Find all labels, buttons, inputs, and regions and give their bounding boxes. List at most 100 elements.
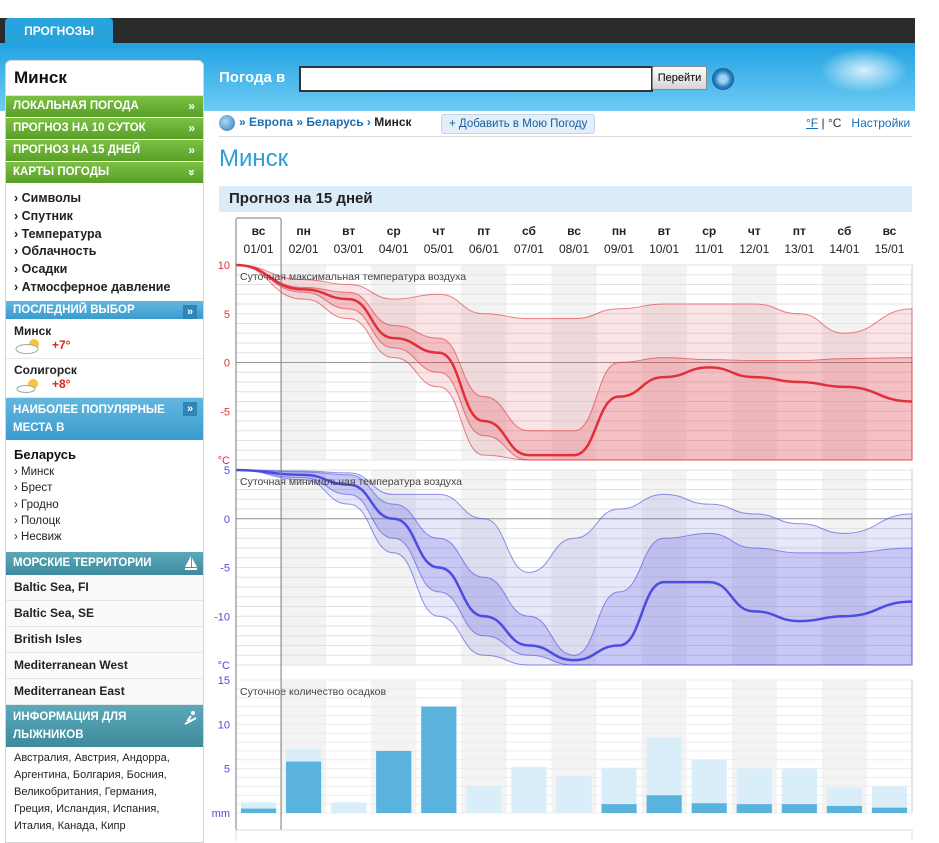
precip-bar [691, 803, 727, 813]
date-label: 09/01 [604, 242, 634, 256]
popular-country: Беларусь [14, 446, 76, 462]
breadcrumb-current: Минск [374, 115, 412, 130]
sea-link[interactable]: Baltic Sea, FI [6, 574, 203, 601]
sun-cloud-icon [16, 378, 38, 393]
city-link[interactable]: › Гродно [14, 497, 203, 513]
y-tick-label: 5 [224, 764, 230, 776]
sea-link[interactable]: Baltic Sea, SE [6, 600, 203, 627]
date-label: 03/01 [334, 242, 364, 256]
y-tick-label: -5 [220, 563, 230, 575]
unit-switch: °F | °C Настройки [806, 116, 911, 130]
unit-fahrenheit[interactable]: °F [806, 116, 818, 130]
precip-bar-light [511, 766, 547, 813]
y-tick-label: 15 [218, 675, 230, 687]
recent-place-minsk[interactable]: Минск +7° [6, 320, 203, 359]
precip-bar-light [466, 786, 502, 813]
map-link-clouds[interactable]: › Облачность [14, 243, 203, 261]
precip-bar [240, 808, 277, 813]
date-label: 01/01 [244, 242, 274, 256]
day-label: чт [748, 224, 761, 238]
menu-10-day-forecast[interactable]: ПРОГНОЗ НА 10 СУТОК» [6, 118, 203, 140]
city-link[interactable]: › Минск [14, 464, 203, 480]
sea-link[interactable]: British Isles [6, 626, 203, 653]
precip-bar-light [331, 802, 367, 813]
day-label: сб [837, 224, 851, 238]
y-tick-label: 10 [218, 719, 230, 731]
top-navigation-bar [0, 18, 915, 43]
date-label: 10/01 [649, 242, 679, 256]
y-tick-label: 5 [224, 465, 230, 477]
panel-title: Суточная минимальная температура воздуха [240, 476, 462, 488]
panel-title: Суточное количество осадков [240, 686, 387, 698]
date-label: 02/01 [289, 242, 319, 256]
recent-header[interactable]: ПОСЛЕДНИЙ ВЫБОР» [6, 300, 203, 320]
sailboat-icon [185, 555, 197, 570]
city-link[interactable]: › Полоцк [14, 513, 203, 529]
go-button[interactable]: Перейти [652, 66, 707, 90]
skier-icon [184, 710, 197, 725]
map-link-symbols[interactable]: › Символы [14, 190, 203, 208]
search-input[interactable] [299, 66, 653, 92]
map-link-temperature[interactable]: › Температура [14, 226, 203, 244]
precip-bar [781, 804, 817, 813]
y-tick-label: 10 [218, 260, 230, 272]
recent-place-soligorsk[interactable]: Солигорск +8° [6, 359, 203, 398]
chevron-down-icon: » [185, 169, 200, 176]
breadcrumb-europe[interactable]: Европа [249, 115, 293, 129]
precip-bar [646, 795, 682, 813]
menu-15-day-forecast[interactable]: ПРОГНОЗ НА 15 ДНЕЙ» [6, 140, 203, 162]
map-link-pressure[interactable]: › Атмосферное давление [14, 279, 203, 297]
globe-icon [219, 115, 235, 131]
date-label: 13/01 [784, 242, 814, 256]
y-tick-label: 0 [224, 358, 230, 370]
date-label: 04/01 [379, 242, 409, 256]
date-label: 11/01 [695, 242, 724, 256]
tab-forecasts[interactable]: ПРОГНОЗЫ [5, 18, 113, 45]
weather-maps-list: › Символы › Спутник › Температура › Обла… [6, 184, 203, 301]
precip-bar [736, 804, 772, 813]
chevron-down-icon: » [183, 401, 197, 416]
day-label: вт [342, 224, 355, 238]
city-link[interactable]: › Несвиж [14, 529, 203, 545]
precip-bar-light [556, 775, 592, 813]
day-label: сб [522, 224, 536, 238]
day-label: ср [702, 224, 716, 238]
day-label: пн [296, 224, 311, 238]
date-label: 12/01 [739, 242, 769, 256]
date-label: 15/01 [874, 242, 904, 256]
precip-bar [871, 807, 908, 813]
day-label: вт [658, 224, 671, 238]
map-link-satellite[interactable]: › Спутник [14, 208, 203, 226]
city-link[interactable]: › Брест [14, 480, 203, 496]
sidebar: Минск ЛОКАЛЬНАЯ ПОГОДА» ПРОГНОЗ НА 10 СУ… [5, 60, 204, 843]
y-tick-label: 5 [224, 309, 230, 321]
locate-icon[interactable] [712, 68, 734, 90]
panel-title: Суточная максимальная температура воздух… [240, 271, 466, 283]
sea-link[interactable]: Mediterranean West [6, 652, 203, 679]
cloud-decoration [819, 48, 909, 93]
date-label: 14/01 [829, 242, 859, 256]
popular-cities: › Минск › Брест › Гродно › Полоцк › Несв… [6, 464, 203, 552]
breadcrumb-belarus[interactable]: Беларусь [306, 115, 363, 129]
add-to-my-weather-button[interactable]: + Добавить в Мою Погоду [441, 114, 596, 134]
forecast-chart: вс 01/01 пн 02/01 вт 03/01 ср 04/01 чт 05/01 пт 06/… [212, 217, 913, 841]
settings-link[interactable]: Настройки [851, 116, 910, 130]
precip-bar [826, 805, 862, 813]
day-label: пт [477, 224, 490, 238]
day-label: чт [432, 224, 445, 238]
sea-link[interactable]: Mediterranean East [6, 678, 203, 705]
menu-local-weather[interactable]: ЛОКАЛЬНАЯ ПОГОДА» [6, 96, 203, 118]
ski-header: ИНФОРМАЦИЯ ДЛЯ ЛЫЖНИКОВ [6, 704, 203, 747]
precip-bar [376, 750, 412, 813]
y-tick-label: -5 [220, 406, 230, 418]
page-title: Минск [219, 145, 289, 172]
chevron-right-icon: » [188, 121, 195, 135]
popular-header[interactable]: НАИБОЛЕЕ ПОПУЛЯРНЫЕ МЕСТА В» [6, 397, 203, 441]
ski-countries-list[interactable]: Австралия, Австрия, Андорра, Аргентина, … [6, 747, 203, 838]
map-link-precipitation[interactable]: › Осадки [14, 261, 203, 279]
menu-weather-maps[interactable]: КАРТЫ ПОГОДЫ» [6, 162, 203, 184]
divider [219, 136, 912, 137]
date-label: 06/01 [469, 242, 499, 256]
precip-bar [286, 761, 322, 813]
day-label: пн [612, 224, 627, 238]
